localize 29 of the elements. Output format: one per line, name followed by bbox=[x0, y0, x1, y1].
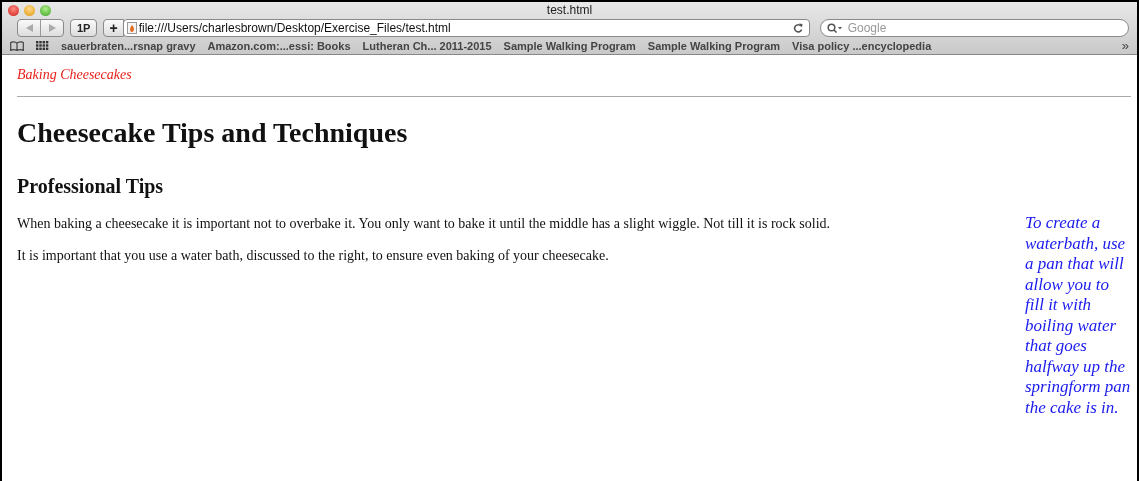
sidebar-note: To create a waterbath, use a pan that will allow you to fill it with boiling water that goes halfway up the springform pan the cake is in. bbox=[1025, 213, 1131, 418]
grid-icon[interactable] bbox=[36, 40, 49, 51]
add-bookmark-button[interactable]: + bbox=[103, 18, 124, 37]
page-heading: Cheesecake Tips and Techniques bbox=[17, 116, 409, 150]
close-button[interactable] bbox=[8, 4, 19, 16]
search-bar[interactable]: Google bbox=[819, 18, 1129, 37]
address-field[interactable]: file:///Users/charlesbrown/Desktop/Exercise_Files/test.html bbox=[136, 20, 793, 35]
bookmark-link[interactable]: Lutheran Ch... 2011-2015 bbox=[362, 39, 492, 52]
address-bar[interactable]: file:///Users/charlesbrown/Desktop/Exercise_Files/test.html bbox=[122, 18, 810, 37]
bookmark-link[interactable]: sauerbraten...rsnap gravy bbox=[61, 39, 196, 52]
book-icon[interactable] bbox=[10, 40, 24, 51]
file-icon bbox=[126, 21, 137, 34]
bookmark-link[interactable]: Amazon.com:...essi: Books bbox=[207, 39, 351, 52]
bookmark-link[interactable]: Visa policy ...encyclopedia bbox=[792, 39, 932, 52]
window-title: test.html bbox=[546, 2, 593, 18]
bookmark-link[interactable]: Sample Walking Program bbox=[503, 39, 636, 52]
bookmark-link[interactable]: Sample Walking Program bbox=[647, 39, 781, 52]
left-arrow-icon bbox=[25, 23, 33, 32]
search-icon bbox=[826, 22, 843, 33]
search-field[interactable]: Google bbox=[845, 19, 1128, 36]
zoom-button[interactable] bbox=[40, 4, 51, 16]
paragraph: It is important that you use a water bath, discussed to the right, to ensure even baking of your cheesecake. bbox=[17, 247, 610, 265]
reader-button[interactable]: 1P bbox=[70, 18, 98, 37]
site-title-link[interactable]: Baking Cheesecakes bbox=[17, 67, 132, 82]
right-arrow-icon bbox=[48, 23, 56, 32]
section-heading: Professional Tips bbox=[17, 174, 165, 199]
more-bookmarks-button[interactable]: » bbox=[1121, 38, 1129, 53]
reload-icon[interactable] bbox=[792, 22, 803, 33]
paragraph: When baking a cheesecake it is important not to overbake it. You only want to bake it until the middle has a slight wiggle. Not till it is rock solid. bbox=[17, 215, 832, 233]
